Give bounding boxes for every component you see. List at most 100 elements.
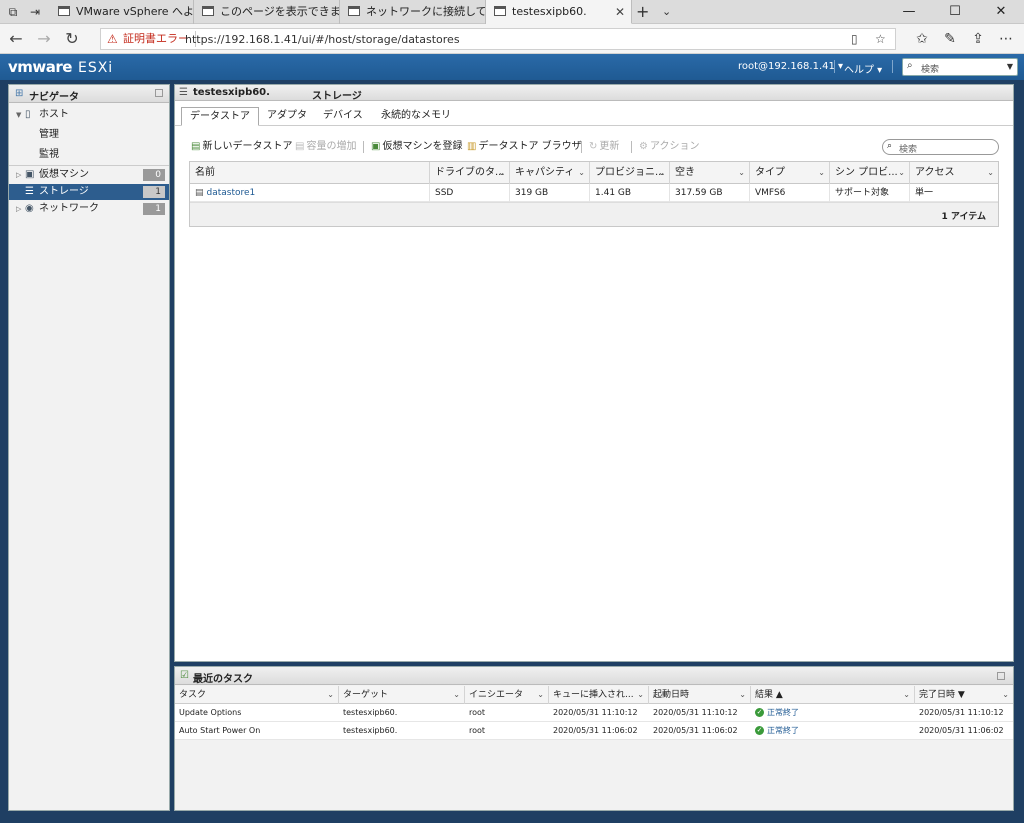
browser-tab-esxi[interactable]: testesxipb60. ✕	[486, 0, 632, 24]
refresh-icon[interactable]: ↻	[62, 29, 82, 49]
chevron-down-icon[interactable]: ⌄	[537, 686, 544, 704]
column-header-drive-type[interactable]: ドライブのタ... ⌄	[430, 162, 510, 184]
increase-capacity-button[interactable]: ▤ 容量の増加	[295, 139, 356, 155]
browser-tab-not-connected[interactable]: ネットワークに接続していません	[340, 0, 486, 24]
url-field[interactable]: ⚠ 証明書エラー https://192.168.1.41/ui/#/host/s…	[100, 28, 896, 50]
tasks-header: ☑ 最近のタスク	[175, 667, 1013, 685]
reading-view-icon[interactable]: ▯	[851, 32, 858, 46]
chevron-down-icon[interactable]: ⌄	[658, 162, 665, 184]
column-header-result[interactable]: 結果 ▲ ⌄	[751, 686, 915, 704]
column-header-queued[interactable]: キューに挿入され... ⌄	[549, 686, 649, 704]
datastore-browser-button[interactable]: ▥ データストア ブラウザ	[467, 139, 582, 155]
share-icon[interactable]: ⇪	[968, 29, 988, 49]
table-cell: 2020/05/31 11:06:02	[553, 726, 638, 735]
close-window-icon[interactable]: ✕	[978, 0, 1024, 24]
user-menu[interactable]: root@192.168.1.41 ▾	[738, 61, 843, 72]
divider	[581, 141, 582, 153]
chevron-down-icon[interactable]: ⌄	[987, 162, 994, 184]
chevron-down-icon[interactable]: ⌄	[903, 686, 910, 704]
tab-adapters[interactable]: アダプタ	[259, 107, 315, 126]
favorites-icon[interactable]: ✩	[912, 29, 932, 49]
datastore-name-link[interactable]: ▤ datastore1	[190, 184, 430, 202]
chevron-down-icon[interactable]: ⌄	[453, 686, 460, 704]
column-header-name[interactable]: 名前	[190, 162, 430, 184]
chevron-down-icon[interactable]: ⌄	[637, 686, 644, 704]
table-cell: SSD	[430, 184, 510, 202]
column-header-initiator[interactable]: イニシエータ ⌄	[465, 686, 549, 704]
nav-item-vms[interactable]: ▷ ▣ 仮想マシン 0	[9, 167, 169, 183]
tasks-icon: ☑	[180, 670, 189, 681]
tab-set-aside-icon[interactable]: ⧉	[4, 3, 22, 21]
chevron-down-icon[interactable]: ⌄	[818, 162, 825, 184]
table-cell: Update Options	[179, 708, 242, 717]
chevron-down-icon[interactable]: ⌄	[739, 686, 746, 704]
chevron-down-icon[interactable]: ⌄	[1002, 686, 1009, 704]
certificate-error-badge[interactable]: ⚠ 証明書エラー	[105, 31, 196, 47]
actions-button[interactable]: ⚙ アクション	[639, 139, 699, 155]
maximize-icon[interactable]: ☐	[932, 0, 978, 24]
table-row[interactable]: Update Options testesxipb60. root 2020/0…	[175, 704, 1013, 722]
favorite-star-icon[interactable]: ☆	[875, 32, 886, 46]
back-icon[interactable]: ←	[6, 29, 26, 49]
register-vm-button[interactable]: ▣ 仮想マシンを登録	[371, 139, 462, 155]
minimize-icon[interactable]: —	[886, 0, 932, 24]
chevron-down-icon[interactable]: ⌄	[578, 162, 585, 184]
chevron-down-icon[interactable]: ⌄	[898, 162, 905, 184]
nav-item-manage[interactable]: 管理	[39, 125, 59, 140]
new-tab-icon[interactable]: +	[636, 0, 649, 24]
close-tab-icon[interactable]: ✕	[615, 0, 625, 23]
vmware-logo: vmware ESXi	[8, 58, 114, 76]
column-header-access[interactable]: アクセス ⌄	[910, 162, 998, 184]
column-header-started[interactable]: 起動日時 ⌄	[649, 686, 751, 704]
panel-header: ☰ testesxipb60. ストレージ	[175, 85, 1013, 102]
page-title: ストレージ	[312, 91, 362, 102]
nav-item-host[interactable]: ▼ ▯ ホスト	[9, 107, 169, 123]
chevron-down-icon[interactable]: ⌄	[738, 162, 745, 184]
browser-tab-cannot-display[interactable]: このページを表示できません	[194, 0, 340, 24]
column-header-capacity[interactable]: キャパシティ ⌄	[510, 162, 590, 184]
table-header: タスク ⌄ ターゲット ⌄ イニシエータ ⌄ キューに挿入され... ⌄ 起動日時 ⌄ 結…	[175, 686, 1013, 704]
browser-tab-bar: ⧉ ⇥ VMware vSphere へようこそ このページを表示できません ネ…	[0, 0, 1024, 24]
url-text[interactable]: https://192.168.1.41/ui/#/host/storage/d…	[185, 32, 460, 48]
expand-arrow-icon[interactable]: ▷	[16, 201, 21, 217]
count-badge: 1	[143, 203, 165, 215]
expand-arrow-icon[interactable]: ▷	[16, 167, 21, 183]
datastore-search-input[interactable]: ⌕ 検索	[882, 139, 999, 155]
browser-tab-vsphere[interactable]: VMware vSphere へようこそ	[50, 0, 194, 24]
column-header-type[interactable]: タイプ ⌄	[750, 162, 830, 184]
forward-icon[interactable]: →	[34, 29, 54, 49]
nav-item-network[interactable]: ▷ ◉ ネットワーク 1	[9, 201, 169, 217]
collapse-icon[interactable]	[155, 89, 163, 97]
nav-item-storage[interactable]: ☰ ストレージ 1	[9, 184, 169, 200]
pen-icon[interactable]: ✎	[940, 29, 960, 49]
tab-persistent-memory[interactable]: 永続的なメモリ	[373, 107, 459, 126]
datastore-browser-icon: ▥	[467, 141, 477, 152]
table-row[interactable]: ▤ datastore1 SSD 319 GB 1.41 GB 317.59 GB…	[190, 184, 998, 202]
more-icon[interactable]: ⋯	[996, 29, 1016, 49]
column-header-completed[interactable]: 完了日時 ▼ ⌄	[915, 686, 1013, 704]
header-search-input[interactable]: ⌕ 検索 ▼	[902, 58, 1018, 76]
collapse-icon[interactable]	[997, 672, 1005, 680]
help-menu[interactable]: ヘルプ ▾	[844, 61, 882, 76]
refresh-button[interactable]: ↻ 更新	[589, 139, 619, 155]
tab-preview-icon[interactable]: ⇥	[26, 3, 44, 21]
host-name: testesxipb60.	[193, 87, 270, 98]
item-count: 1 アイテム	[941, 212, 987, 222]
nav-item-monitor[interactable]: 監視	[39, 145, 59, 160]
chevron-down-icon[interactable]: ⌄	[498, 162, 505, 184]
search-icon: ⌕	[887, 141, 893, 151]
chevron-down-icon[interactable]: ⌄	[327, 686, 334, 704]
new-datastore-button[interactable]: ▤ 新しいデータストア	[191, 139, 292, 155]
chevron-down-icon[interactable]: ⌄	[662, 0, 671, 24]
expand-arrow-icon[interactable]: ▼	[16, 107, 21, 123]
tab-devices[interactable]: デバイス	[315, 107, 371, 126]
column-header-target[interactable]: ターゲット ⌄	[339, 686, 465, 704]
storage-icon: ☰	[179, 87, 188, 98]
chevron-down-icon[interactable]: ▼	[1007, 62, 1013, 71]
column-header-thin-provisioning[interactable]: シン プロビ... ⌄	[830, 162, 910, 184]
table-row[interactable]: Auto Start Power On testesxipb60. root 2…	[175, 722, 1013, 740]
tab-datastores[interactable]: データストア	[181, 107, 259, 126]
column-header-free[interactable]: 空き ⌄	[670, 162, 750, 184]
column-header-provisioned[interactable]: プロビジョニ... ⌄	[590, 162, 670, 184]
column-header-task[interactable]: タスク ⌄	[175, 686, 339, 704]
